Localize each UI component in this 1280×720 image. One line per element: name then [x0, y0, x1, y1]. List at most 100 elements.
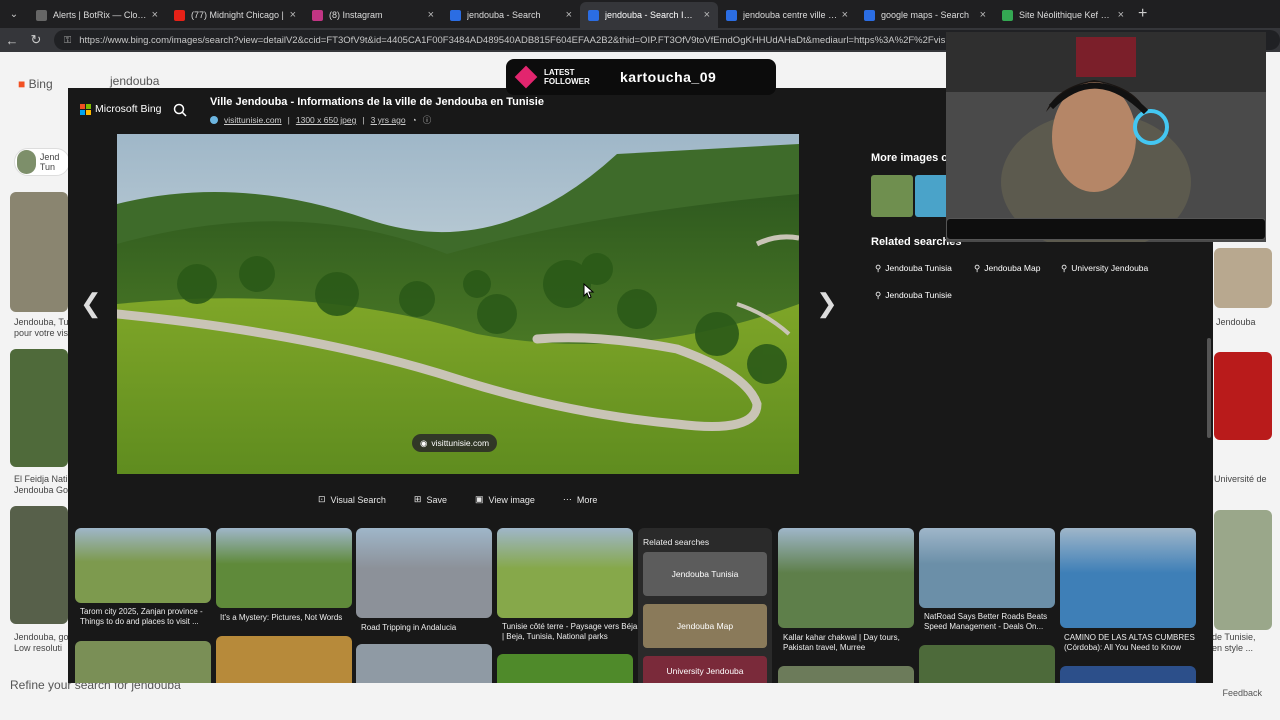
related-search-chip[interactable]: ⚲ Jendouba Tunisia: [875, 259, 952, 277]
latest-follower-banner: LATEST FOLLOWER kartoucha_09: [506, 59, 776, 95]
background-caption: Jendouba, go Low resoluti: [14, 632, 69, 653]
related-search-chip[interactable]: ⚲ University Jendouba: [1061, 259, 1148, 277]
background-caption: Jendouba: [1216, 317, 1256, 327]
background-caption: Jendouba, Tu pour votre vis: [14, 317, 69, 338]
reload-icon[interactable]: ↻: [24, 32, 48, 48]
mouse-cursor-icon: [583, 283, 595, 299]
view-image-icon: ▣: [474, 494, 484, 504]
image-title[interactable]: Ville Jendouba - Informations de la vill…: [210, 96, 544, 108]
close-tab-icon[interactable]: ×: [1118, 9, 1124, 21]
webcam-feed: [946, 32, 1266, 242]
grid-image[interactable]: [919, 645, 1055, 683]
background-thumb[interactable]: [10, 506, 68, 624]
grid-image[interactable]: [778, 666, 914, 683]
scrollbar[interactable]: [1207, 338, 1211, 438]
grid-image[interactable]: [75, 528, 211, 603]
tab-title: jendouba - Search Images: [605, 10, 700, 20]
banner-label: LATEST FOLLOWER: [544, 68, 590, 86]
history-icon[interactable]: ◔: [412, 115, 417, 125]
browser-tab[interactable]: (77) Midnight Chicago | ×: [166, 2, 304, 28]
tab-title: (8) Instagram: [329, 10, 383, 20]
browser-tab[interactable]: Site Néolithique Kef el Agab ×: [994, 2, 1132, 28]
site-favicon-icon: [210, 116, 218, 124]
background-chip[interactable]: Jend Tun: [14, 148, 70, 176]
browser-tab[interactable]: (8) Instagram ×: [304, 2, 442, 28]
tab-title: jendouba - Search: [467, 10, 541, 20]
grid-image-fill: [216, 528, 352, 608]
background-thumb[interactable]: [1214, 510, 1272, 630]
tab-title: (77) Midnight Chicago |: [191, 10, 284, 20]
back-icon[interactable]: ←: [0, 33, 24, 48]
info-icon[interactable]: ⓘ: [423, 114, 432, 126]
grid-image[interactable]: [1060, 666, 1196, 683]
view-image-button[interactable]: ▣ View image: [475, 494, 535, 505]
related-search-chip[interactable]: ⚲ Jendouba Tunisie: [875, 286, 952, 304]
related-panel-title: Related searches: [643, 537, 710, 547]
background-thumb[interactable]: [1214, 352, 1272, 440]
tab-favicon-icon: [174, 9, 185, 21]
close-tab-icon[interactable]: ×: [704, 9, 710, 21]
webcam-frame-bar: [946, 218, 1266, 240]
tab-favicon-icon: [36, 9, 47, 21]
grid-image[interactable]: [356, 644, 492, 683]
grid-image[interactable]: [778, 528, 914, 628]
microsoft-logo-icon: [80, 103, 91, 115]
previous-image-arrow-icon[interactable]: ❮: [80, 288, 102, 319]
dimensions-link[interactable]: 1300 x 650 jpeg: [296, 115, 357, 125]
browser-tab[interactable]: jendouba - Search Images ×: [580, 2, 718, 28]
browser-tab[interactable]: Alerts | BotRix — Cloud Stre ×: [28, 2, 166, 28]
browser-tab-bar: ⌄ Alerts | BotRix — Cloud Stre×(77) Midn…: [0, 0, 1280, 28]
close-tab-icon[interactable]: ×: [428, 9, 434, 21]
site-info-icon[interactable]: ⚿: [64, 35, 71, 46]
grid-image[interactable]: [497, 654, 633, 683]
grid-image[interactable]: [216, 528, 352, 608]
grid-image-fill: [75, 528, 211, 603]
close-tab-icon[interactable]: ×: [290, 9, 296, 21]
more-button[interactable]: ⋯ More: [563, 494, 598, 505]
search-icon: ⚲: [974, 262, 981, 273]
save-button[interactable]: ⊞ Save: [414, 494, 447, 505]
more-images-thumb[interactable]: [871, 175, 913, 217]
microsoft-bing-logo[interactable]: Microsoft Bing: [80, 103, 162, 115]
related-tile[interactable]: Jendouba Tunisia: [643, 552, 767, 596]
close-tab-icon[interactable]: ×: [566, 9, 572, 21]
bing-logo[interactable]: ■ Bing: [18, 77, 53, 91]
background-thumb[interactable]: [10, 349, 68, 467]
age-link[interactable]: 3 yrs ago: [371, 115, 406, 125]
new-tab-button[interactable]: +: [1138, 5, 1147, 23]
url-text: https://www.bing.com/images/search?view=…: [79, 34, 978, 46]
grid-image[interactable]: [497, 528, 633, 618]
close-tab-icon[interactable]: ×: [152, 9, 158, 21]
image-actions-bar: ⊡ Visual Search ⊞ Save ▣ View image ⋯ More: [318, 494, 597, 505]
tab-title: Site Néolithique Kef el Agab: [1019, 10, 1114, 20]
grid-caption: Tarom city 2025, Zanjan province - Thing…: [80, 607, 203, 626]
source-link[interactable]: visittunisie.com: [224, 115, 282, 125]
browser-tab[interactable]: jendouba centre ville - Searc ×: [718, 2, 856, 28]
related-tile[interactable]: Jendouba Map: [643, 604, 767, 648]
grid-image[interactable]: [216, 636, 352, 683]
close-tab-icon[interactable]: ×: [842, 9, 848, 21]
background-thumb[interactable]: [1214, 248, 1272, 308]
tab-strip: Alerts | BotRix — Cloud Stre×(77) Midnig…: [28, 0, 1132, 28]
background-caption: Université de: [1214, 474, 1267, 484]
image-source-pill[interactable]: ◉ visittunisie.com: [412, 434, 498, 452]
grid-image[interactable]: [75, 641, 211, 683]
browser-tab[interactable]: jendouba - Search ×: [442, 2, 580, 28]
tab-favicon-icon: [864, 9, 875, 21]
follower-name: kartoucha_09: [620, 69, 717, 85]
grid-image[interactable]: [919, 528, 1055, 608]
browser-tab[interactable]: google maps - Search ×: [856, 2, 994, 28]
related-search-chip[interactable]: ⚲ Jendouba Map: [974, 259, 1040, 277]
visual-search-button[interactable]: ⊡ Visual Search: [318, 494, 386, 505]
next-image-arrow-icon[interactable]: ❯: [816, 288, 838, 319]
background-thumb[interactable]: [10, 192, 68, 312]
landscape-image: [117, 134, 799, 474]
feedback-link[interactable]: Feedback: [1222, 688, 1262, 698]
grid-image[interactable]: [356, 528, 492, 618]
main-image[interactable]: [117, 134, 799, 474]
grid-image[interactable]: [1060, 528, 1196, 628]
tab-search-icon[interactable]: ⌄: [0, 0, 28, 28]
search-icon[interactable]: [172, 102, 188, 118]
close-tab-icon[interactable]: ×: [980, 9, 986, 21]
related-tile[interactable]: University Jendouba: [643, 656, 767, 683]
